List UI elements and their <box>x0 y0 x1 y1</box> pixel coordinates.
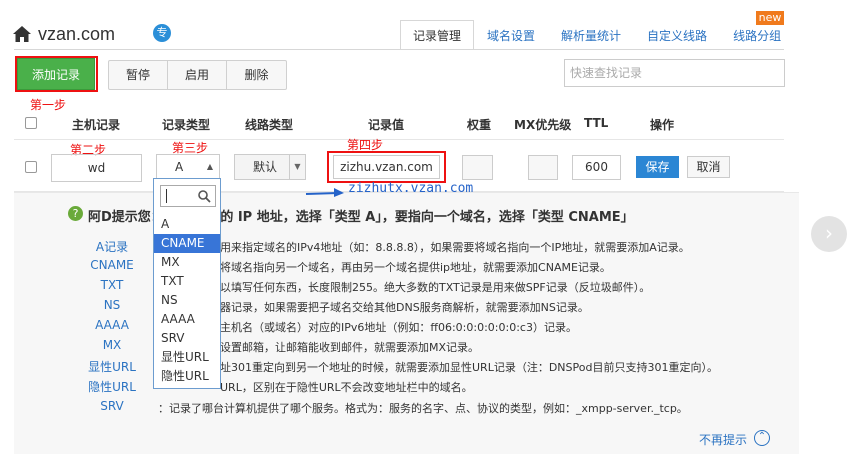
host-input[interactable]: wd <box>51 154 142 182</box>
dropdown-option-cname[interactable]: CNAME <box>154 234 220 253</box>
pause-button[interactable]: 暂停 <box>109 61 168 89</box>
caret-up-icon: ▲ <box>206 162 213 171</box>
tip-label-implicit-url[interactable]: 隐性URL <box>67 378 157 395</box>
step1-label: 第一步 <box>30 98 67 112</box>
tab-bar: 记录管理 域名设置 解析量统计 自定义线路 线路分组 <box>400 20 794 50</box>
save-button[interactable]: 保存 <box>636 156 679 178</box>
dropdown-option-a[interactable]: A <box>154 215 220 234</box>
dropdown-option-implicit-url[interactable]: 隐性URL <box>154 367 220 386</box>
tip-text-cname: 将域名指向另一个域名，再由另一个域名提供ip地址，就需要添加CNAME记录。 <box>220 261 611 274</box>
dropdown-option-aaaa[interactable]: AAAA <box>154 310 220 329</box>
tab-divider <box>14 49 784 50</box>
step1-highlight <box>15 56 98 92</box>
value-input[interactable]: zizhu.vzan.com <box>333 155 440 179</box>
tip-text-implicit-url: URL，区别在于隐性URL不会改变地址栏中的域名。 <box>220 381 473 394</box>
tip-text-a: 用来指定域名的IPv4地址（如：8.8.8.8），如果需要将域名指向一个IP地址… <box>220 241 690 254</box>
tab-query-stats[interactable]: 解析量统计 <box>548 20 634 50</box>
dropdown-option-explicit-url[interactable]: 显性URL <box>154 348 220 367</box>
type-dropdown: A CNAME MX TXT NS AAAA SRV 显性URL 隐性URL <box>153 178 221 389</box>
column-type: 记录类型 <box>162 118 211 132</box>
mx-input[interactable] <box>528 155 558 180</box>
batch-action-group: 暂停 启用 删除 <box>108 60 287 90</box>
ttl-input[interactable]: 600 <box>572 155 621 180</box>
dropdown-search-input[interactable] <box>160 185 216 207</box>
column-ops: 操作 <box>650 118 675 132</box>
tip-label-a[interactable]: A记录 <box>67 238 157 255</box>
column-line: 线路类型 <box>245 118 294 132</box>
tab-record-management[interactable]: 记录管理 <box>400 20 475 50</box>
column-weight: 权重 <box>467 118 492 132</box>
cancel-button[interactable]: 取消 <box>687 156 730 178</box>
tip-text-srv: ：记录了哪台计算机提供了哪个服务。格式为：服务的名字、点、协议的类型，例如：_x… <box>158 402 688 415</box>
tab-domain-settings[interactable]: 域名设置 <box>474 20 548 50</box>
tip-label-aaaa[interactable]: AAAA <box>67 318 157 332</box>
badge-icon: 专 <box>153 24 171 42</box>
caret-down-icon: ▼ <box>289 155 305 179</box>
weight-input[interactable] <box>462 155 493 180</box>
tip-text-mx: 设置邮箱，让邮箱能收到邮件，就需要添加MX记录。 <box>220 341 480 354</box>
tip-label-srv[interactable]: SRV <box>67 399 157 413</box>
home-icon[interactable] <box>12 24 32 44</box>
dropdown-option-srv[interactable]: SRV <box>154 329 220 348</box>
line-select-value: 默认 <box>253 160 278 174</box>
search-input[interactable]: 快速查找记录 <box>564 59 785 87</box>
domain-title: vzan.com <box>38 24 116 44</box>
column-value: 记录值 <box>368 118 405 132</box>
enable-button[interactable]: 启用 <box>168 61 227 89</box>
tab-custom-lines[interactable]: 自定义线路 <box>634 20 720 50</box>
new-badge: new <box>756 11 784 25</box>
dropdown-option-txt[interactable]: TXT <box>154 272 220 291</box>
tip-text-txt: 以填写任何东西，长度限制255。绝大多数的TXT记录是用来做SPF记录（反垃圾邮… <box>220 281 651 294</box>
column-host: 主机记录 <box>72 118 121 132</box>
search-icon <box>198 190 211 203</box>
line-select[interactable]: 默认 ▼ <box>234 154 306 180</box>
text-cursor <box>166 189 167 203</box>
help-icon: ? <box>68 206 83 221</box>
column-mx: MX优先级 <box>514 118 572 132</box>
tip-text-ns: 器记录，如果需要把子域名交给其他DNS服务商解析，就需要添加NS记录。 <box>220 301 589 314</box>
type-select-value: A <box>175 160 184 174</box>
dismiss-tips-link[interactable]: 不再提示 <box>699 431 747 448</box>
tip-text-explicit-url: 址301重定向到另一个地址的时候，就需要添加显性URL记录（注：DNSPod目前… <box>220 361 718 374</box>
dropdown-option-ns[interactable]: NS <box>154 291 220 310</box>
tip-label-mx[interactable]: MX <box>67 338 157 352</box>
tip-label-txt[interactable]: TXT <box>67 278 157 292</box>
column-ttl: TTL <box>584 116 609 130</box>
tip-label-cname[interactable]: CNAME <box>67 258 157 272</box>
collapse-up-icon[interactable]: ⌃ <box>754 430 770 446</box>
annotation-domain: zizhutx.vzan.com <box>348 181 474 196</box>
type-select[interactable]: A ▲ <box>156 154 220 180</box>
next-arrow-icon[interactable]: › <box>811 216 847 252</box>
tip-text-aaaa: 主机名（或域名）对应的IPv6地址（例如：ff06:0:0:0:0:0:0:c3… <box>220 321 577 334</box>
delete-button[interactable]: 删除 <box>227 61 286 89</box>
select-all-checkbox[interactable] <box>25 117 37 129</box>
row-checkbox[interactable] <box>25 161 37 173</box>
header-divider <box>14 139 784 140</box>
arrow-right-icon <box>305 188 344 197</box>
dropdown-option-mx[interactable]: MX <box>154 253 220 272</box>
tip-label-ns[interactable]: NS <box>67 298 157 312</box>
tip-label-explicit-url[interactable]: 显性URL <box>67 358 157 375</box>
